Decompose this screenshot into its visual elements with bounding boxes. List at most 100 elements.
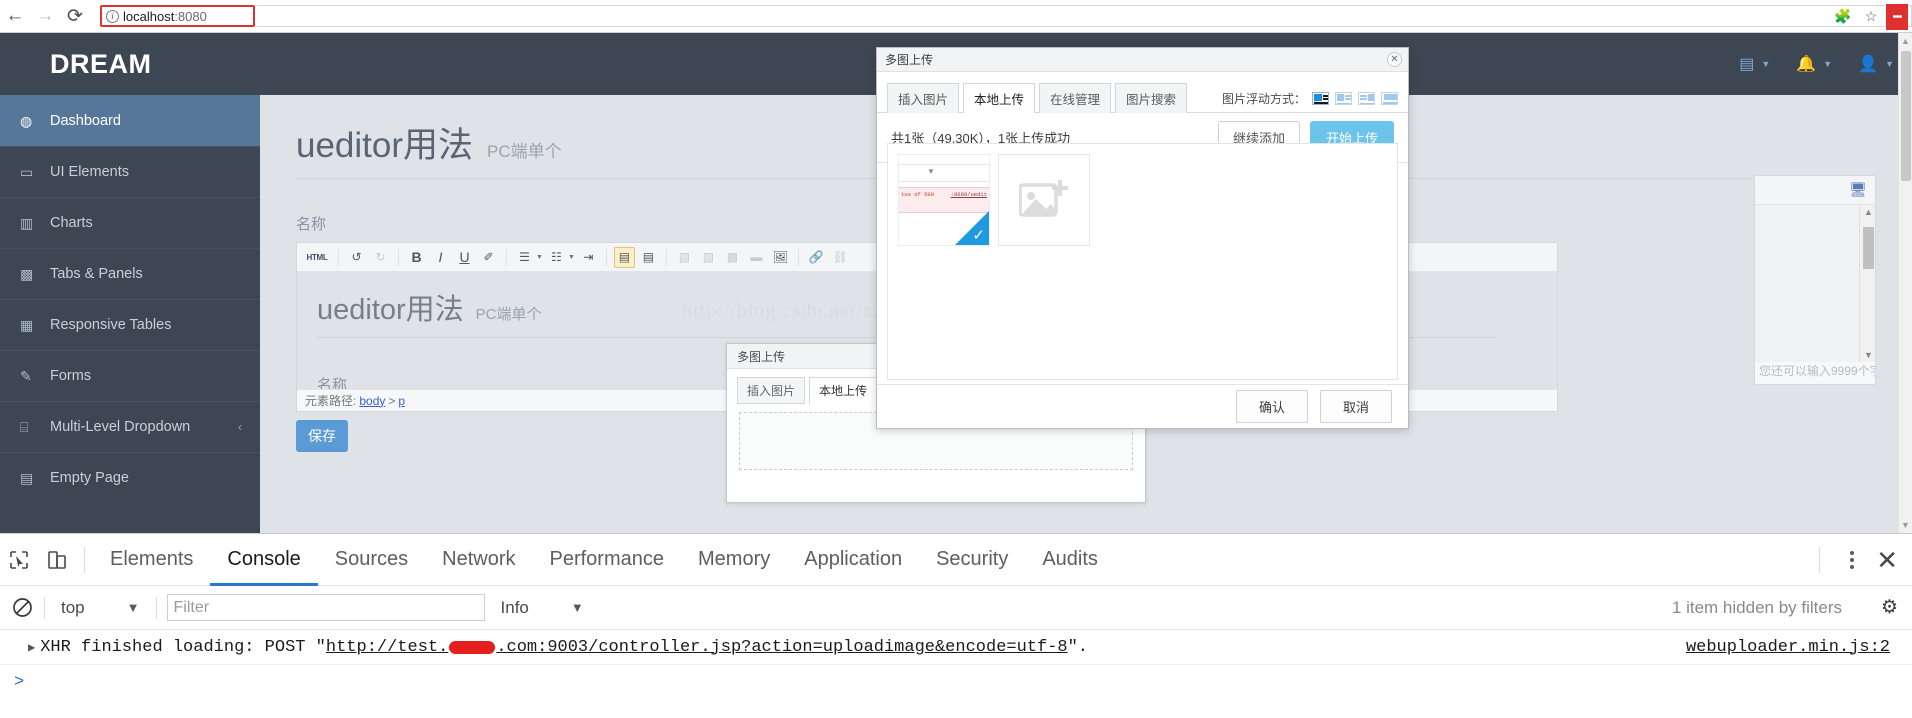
console-context-selector[interactable]: top ▼ — [55, 598, 146, 618]
browser-menu-icon[interactable] — [1886, 3, 1908, 30]
background-tab-insert-image[interactable]: 插入图片 — [737, 377, 806, 404]
float-center-button[interactable]: ▨ — [698, 247, 719, 268]
sidebar-item-ui-elements[interactable]: ▭ UI Elements — [0, 146, 260, 197]
console-url-part1[interactable]: http://test. — [326, 638, 448, 657]
add-image-tile[interactable] — [998, 154, 1090, 246]
brand-logo[interactable]: DREAM — [0, 33, 260, 95]
user-menu[interactable]: 👤 ▼ — [1858, 54, 1894, 74]
tab-sources[interactable]: Sources — [318, 534, 425, 586]
clear-console-icon[interactable] — [10, 596, 34, 620]
link-button[interactable]: 🔗 — [806, 247, 827, 268]
tab-local-upload[interactable]: 本地上传 — [963, 83, 1036, 113]
tab-elements[interactable]: Elements — [93, 534, 210, 586]
back-arrow-icon[interactable]: ← — [0, 1, 30, 31]
redo-button[interactable]: ↻ — [370, 247, 391, 268]
insert-image-button[interactable]: 🖼 — [770, 247, 791, 268]
float-left-button[interactable]: ▧ — [674, 247, 695, 268]
device-toolbar-icon[interactable] — [38, 541, 76, 579]
align-left-button[interactable]: ▤ — [613, 246, 635, 268]
indent-button[interactable]: ⇥ — [578, 247, 599, 268]
console-message-row[interactable]: ▶ XHR finished loading: POST " http://tes… — [0, 630, 1912, 665]
sidebar-item-multi-level-dropdown[interactable]: ⌸ Multi-Level Dropdown ‹ — [0, 401, 260, 452]
unlink-button[interactable]: ⛓ — [830, 247, 851, 268]
tab-network[interactable]: Network — [425, 534, 532, 586]
sidebar-item-responsive-tables[interactable]: ▦ Responsive Tables — [0, 299, 260, 350]
console-filter-input[interactable] — [166, 594, 485, 621]
console-url-part2[interactable]: .com:9003/controller.jsp?action=uploadim… — [496, 638, 1067, 657]
notifications-menu[interactable]: 🔔 ▼ — [1796, 54, 1832, 74]
filter-divider — [44, 596, 45, 619]
scroll-down-icon[interactable]: ▼ — [1864, 350, 1873, 360]
element-path-sep: > — [388, 393, 396, 408]
console-level-selector[interactable]: Info ▼ — [495, 598, 590, 618]
tab-insert-image[interactable]: 插入图片 — [887, 83, 960, 113]
close-devtools-icon[interactable]: ✕ — [1876, 545, 1904, 576]
undo-button[interactable]: ↺ — [346, 247, 367, 268]
pencil-square-icon: ✎ — [20, 367, 32, 384]
secondary-editor-scrollbar[interactable]: ▲ ▼ — [1859, 205, 1875, 362]
console-source-link[interactable]: webuploader.min.js:2 — [1686, 638, 1890, 657]
tab-security[interactable]: Security — [919, 534, 1025, 586]
float-none-button[interactable]: ▬ — [746, 247, 767, 268]
tab-audits[interactable]: Audits — [1025, 534, 1115, 586]
cancel-button[interactable]: 取消 — [1319, 390, 1392, 423]
bold-button[interactable]: B — [406, 247, 427, 268]
tab-memory[interactable]: Memory — [681, 534, 787, 586]
element-path-p[interactable]: p — [398, 394, 405, 408]
unordered-list-button[interactable]: ☷ — [546, 247, 567, 268]
ordered-list-button[interactable]: ☰ — [514, 247, 535, 268]
address-bar-remainder[interactable] — [255, 5, 1912, 27]
scroll-up-icon[interactable]: ▲ — [1864, 207, 1873, 217]
sidebar: DREAM ◍ Dashboard ▭ UI Elements ▥ Charts… — [0, 33, 260, 533]
fullscreen-icon[interactable]: 🖥 — [1849, 181, 1867, 198]
more-options-icon[interactable] — [1842, 551, 1862, 569]
tasks-menu[interactable]: ▤ ▼ — [1739, 54, 1770, 74]
page-scrollbar-thumb[interactable] — [1901, 51, 1911, 181]
chevron-down-icon[interactable]: ▼ — [536, 254, 543, 261]
float-right-option[interactable] — [1358, 92, 1375, 105]
sidebar-item-empty-page[interactable]: ▤ Empty Page — [0, 452, 260, 503]
float-none-option[interactable] — [1312, 92, 1329, 105]
remove-format-button[interactable]: ✐ — [478, 247, 499, 268]
confirm-button[interactable]: 确认 — [1235, 390, 1308, 423]
tab-performance[interactable]: Performance — [533, 534, 682, 586]
gear-icon[interactable]: ⚙ — [1881, 596, 1898, 619]
close-icon[interactable]: ✕ — [1387, 52, 1402, 67]
uploaded-image-thumbnail[interactable]: ▼ tus of 500 :8080/uedit ✓ — [898, 154, 990, 246]
tab-console[interactable]: Console — [210, 534, 317, 586]
tab-image-search[interactable]: 图片搜索 — [1115, 83, 1188, 113]
secondary-editor-body[interactable]: ▲ ▼ — [1755, 205, 1875, 362]
scroll-up-icon[interactable]: ▲ — [1899, 36, 1912, 46]
sidebar-item-forms[interactable]: ✎ Forms — [0, 350, 260, 401]
expand-triangle-icon[interactable]: ▶ — [28, 640, 35, 655]
save-button[interactable]: 保存 — [296, 420, 348, 452]
float-center-option[interactable] — [1381, 92, 1398, 105]
tab-application[interactable]: Application — [787, 534, 919, 586]
dialog-tabs-row: 插入图片 本地上传 在线管理 图片搜索 图片浮动方式： — [877, 72, 1408, 113]
forward-arrow-icon[interactable]: → — [30, 1, 60, 31]
italic-button[interactable]: I — [430, 247, 451, 268]
cursor-select-icon[interactable] — [0, 541, 38, 579]
star-icon[interactable]: ☆ — [1858, 4, 1884, 30]
background-tab-local-upload[interactable]: 本地上传 — [809, 377, 878, 404]
address-bar[interactable]: i localhost:8080 — [100, 5, 255, 27]
float-right-button[interactable]: ▩ — [722, 247, 743, 268]
console-prompt-row[interactable]: > — [0, 665, 1912, 699]
sidebar-item-charts[interactable]: ▥ Charts — [0, 197, 260, 248]
page-scrollbar[interactable]: ▲ ▼ — [1898, 33, 1912, 533]
tab-online-manage[interactable]: 在线管理 — [1039, 83, 1112, 113]
underline-button[interactable]: U — [454, 247, 475, 268]
extensions-icon[interactable]: 🧩 — [1830, 4, 1856, 30]
site-info-icon[interactable]: i — [106, 9, 119, 23]
scrollbar-thumb[interactable] — [1863, 227, 1874, 269]
reload-icon[interactable]: ⟳ — [60, 1, 90, 31]
float-left-option[interactable] — [1335, 92, 1352, 105]
sidebar-item-tabs-panels[interactable]: ▩ Tabs & Panels — [0, 248, 260, 299]
chevron-down-icon[interactable]: ▼ — [568, 254, 575, 261]
align-center-button[interactable]: ▤ — [638, 247, 659, 268]
source-html-button[interactable]: HTML — [303, 247, 331, 268]
sidebar-item-dashboard[interactable]: ◍ Dashboard — [0, 95, 260, 146]
element-path-body[interactable]: body — [359, 394, 385, 408]
grid-icon: ▩ — [20, 265, 34, 282]
scroll-down-icon[interactable]: ▼ — [1899, 520, 1912, 530]
